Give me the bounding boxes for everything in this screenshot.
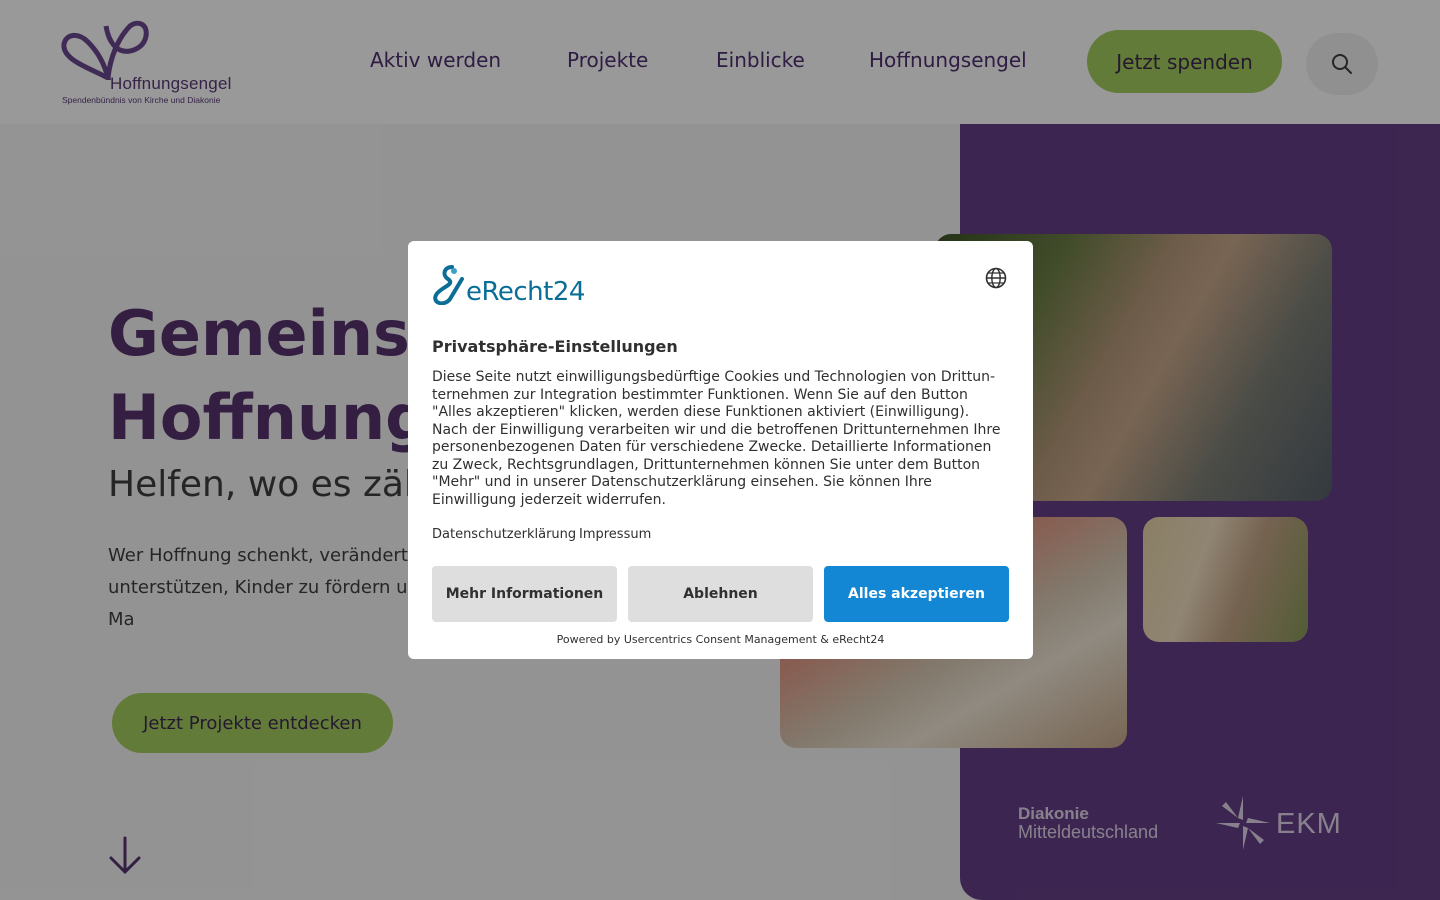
consent-brand: eRecht24: [466, 277, 585, 307]
erecht24-logo-icon: [433, 265, 464, 305]
deny-button[interactable]: Ablehnen: [628, 566, 813, 622]
consent-title: Privatsphäre-Einstellungen: [432, 337, 678, 356]
more-information-button[interactable]: Mehr Informationen: [432, 566, 617, 622]
globe-icon[interactable]: [984, 266, 1008, 290]
consent-dialog: eRecht24 Privatsphäre-Einstellungen Dies…: [408, 241, 1033, 659]
consent-body: Diese Seite nutzt einwilligungsbedürftig…: [432, 369, 1001, 508]
privacy-policy-link[interactable]: Datenschutzerklärung: [432, 527, 576, 542]
accept-all-button[interactable]: Alles akzeptieren: [824, 566, 1009, 622]
imprint-link[interactable]: Impressum: [579, 527, 651, 542]
powered-by-text: Powered by Usercentrics Consent Manageme…: [556, 633, 885, 646]
